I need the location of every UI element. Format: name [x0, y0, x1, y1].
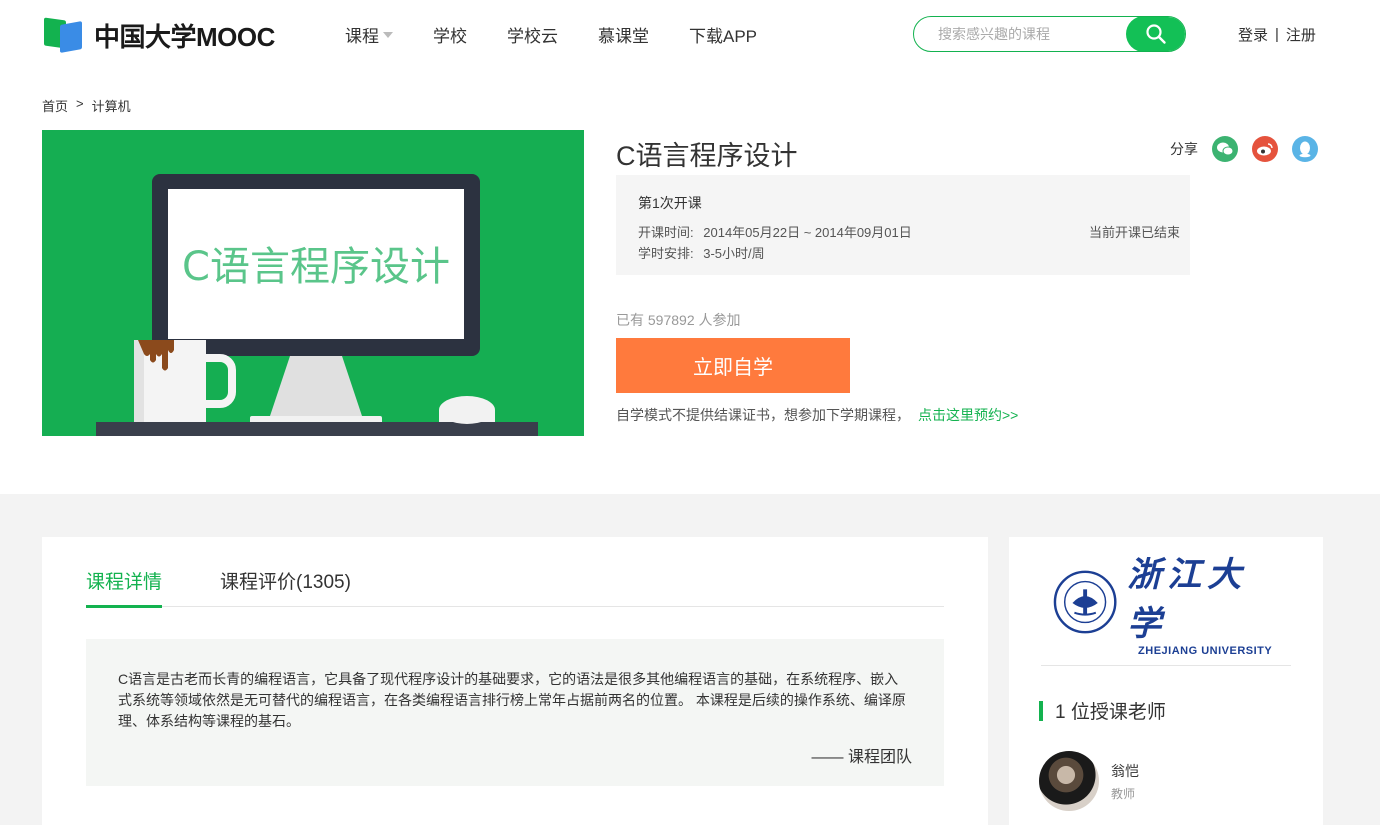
site-logo[interactable]: 中国大学MOOC — [44, 16, 284, 54]
nav-item-label: 课程 — [345, 27, 379, 46]
term-info-box: 第1次开课 开课时间: 2014年05月22日 ~ 2014年09月01日 学时… — [616, 175, 1190, 275]
enroll-count: 已有 597892 人参加 — [616, 312, 741, 328]
nav-item-school-cloud[interactable]: 学校云 — [507, 22, 558, 47]
logo-text: 中国大学MOOC — [94, 21, 275, 52]
course-description: C语言是古老而长青的编程语言，它具备了现代程序设计的基础要求，它的语法是很多其他… — [86, 639, 944, 786]
term-hours-label: 学时安排: — [638, 246, 694, 261]
university-seal-icon — [1053, 570, 1117, 634]
tab-course-details[interactable]: 课程详情 — [86, 567, 163, 608]
teacher-name: 翁恺 — [1111, 762, 1139, 779]
nav-item-label: 学校云 — [507, 27, 558, 46]
tab-bar: 课程详情 课程评价(1305) — [86, 567, 944, 608]
login-link[interactable]: 登录 — [1238, 24, 1268, 45]
breadcrumb-home[interactable]: 首页 — [42, 96, 68, 115]
register-link[interactable]: 注册 — [1286, 24, 1316, 45]
tab-course-reviews[interactable]: 课程评价(1305) — [220, 567, 351, 607]
weibo-icon[interactable] — [1252, 136, 1278, 162]
university-name-en: ZHEJIANG UNIVERSITY — [1138, 645, 1273, 657]
self-study-button[interactable]: 立即自学 — [616, 338, 850, 393]
term-status: 当前开课已结束 — [1088, 225, 1180, 240]
divider — [1041, 665, 1291, 666]
note-text: 自学模式不提供结课证书，想参加下学期课程， — [616, 407, 910, 423]
teachers-title: 1 位授课老师 — [1055, 702, 1166, 723]
teachers-heading: 1 位授课老师 — [1039, 697, 1166, 724]
nav-item-courses[interactable]: 课程 — [345, 22, 393, 47]
term-hours: 学时安排: 3-5小时/周 — [638, 243, 765, 262]
nav-item-mooc-classroom[interactable]: 慕课堂 — [598, 22, 649, 47]
auth-separator: | — [1275, 26, 1279, 43]
course-cover-illustration: C语言程序设计 — [96, 174, 538, 436]
logo-mark-icon — [44, 17, 88, 53]
search-input[interactable] — [938, 26, 1118, 42]
nav-item-label: 学校 — [433, 27, 467, 46]
nav-item-label: 慕课堂 — [598, 27, 649, 46]
chevron-down-icon — [383, 31, 393, 38]
teacher-role: 教师 — [1111, 786, 1136, 801]
search-icon — [1146, 24, 1166, 44]
term-name: 第1次开课 — [638, 195, 702, 211]
breadcrumb: 首页 > 计算机 — [42, 96, 131, 115]
self-study-note: 自学模式不提供结课证书，想参加下学期课程， 点击这里预约>> — [616, 405, 1018, 425]
search-button[interactable] — [1126, 17, 1185, 51]
wechat-icon[interactable] — [1212, 136, 1238, 162]
description-signature: —— 课程团队 — [811, 749, 912, 766]
qq-icon[interactable] — [1292, 136, 1318, 162]
university-name-cn: 浙江大学 — [1127, 555, 1248, 644]
teacher-item[interactable]: 翁恺 教师 — [1039, 751, 1139, 811]
breadcrumb-arrow: > — [76, 96, 84, 111]
description-text: C语言是古老而长青的编程语言，它具备了现代程序设计的基础要求，它的语法是很多其他… — [118, 671, 906, 729]
term-time-value: 2014年05月22日 ~ 2014年09月01日 — [703, 225, 912, 240]
term-hours-value: 3-5小时/周 — [703, 246, 765, 261]
avatar — [1039, 751, 1099, 811]
main-nav: 课程 学校 学校云 慕课堂 下载APP — [345, 22, 797, 47]
search-box — [913, 16, 1186, 52]
course-title: C语言程序设计 — [616, 141, 798, 171]
reserve-link[interactable]: 点击这里预约>> — [918, 407, 1018, 423]
nav-item-schools[interactable]: 学校 — [433, 22, 467, 47]
top-header: 中国大学MOOC 课程 学校 学校云 慕课堂 下载APP 登录 | 注册 — [0, 0, 1380, 70]
banner-title: C语言程序设计 — [182, 244, 450, 290]
side-card: 浙江大学 ZHEJIANG UNIVERSITY 1 位授课老师 翁恺 教师 — [1009, 537, 1323, 825]
course-banner: C语言程序设计 — [42, 130, 584, 436]
auth-links: 登录 | 注册 — [1238, 24, 1316, 45]
share-bar: 分享 — [1170, 136, 1318, 162]
nav-item-label: 下载APP — [689, 27, 758, 46]
lower-section: 课程详情 课程评价(1305) C语言是古老而长青的编程语言，它具备了现代程序设… — [0, 494, 1380, 825]
share-label: 分享 — [1170, 141, 1198, 157]
heading-accent-bar — [1039, 700, 1043, 721]
term-time-label: 开课时间: — [638, 225, 694, 240]
breadcrumb-current[interactable]: 计算机 — [92, 96, 131, 115]
nav-item-download-app[interactable]: 下载APP — [689, 22, 757, 47]
teacher-info: 翁恺 教师 — [1111, 761, 1139, 802]
term-time: 开课时间: 2014年05月22日 ~ 2014年09月01日 — [638, 222, 912, 241]
course-detail-card: 课程详情 课程评价(1305) C语言是古老而长青的编程语言，它具备了现代程序设… — [42, 537, 988, 825]
university-logo[interactable]: 浙江大学 ZHEJIANG UNIVERSITY — [1053, 555, 1283, 657]
